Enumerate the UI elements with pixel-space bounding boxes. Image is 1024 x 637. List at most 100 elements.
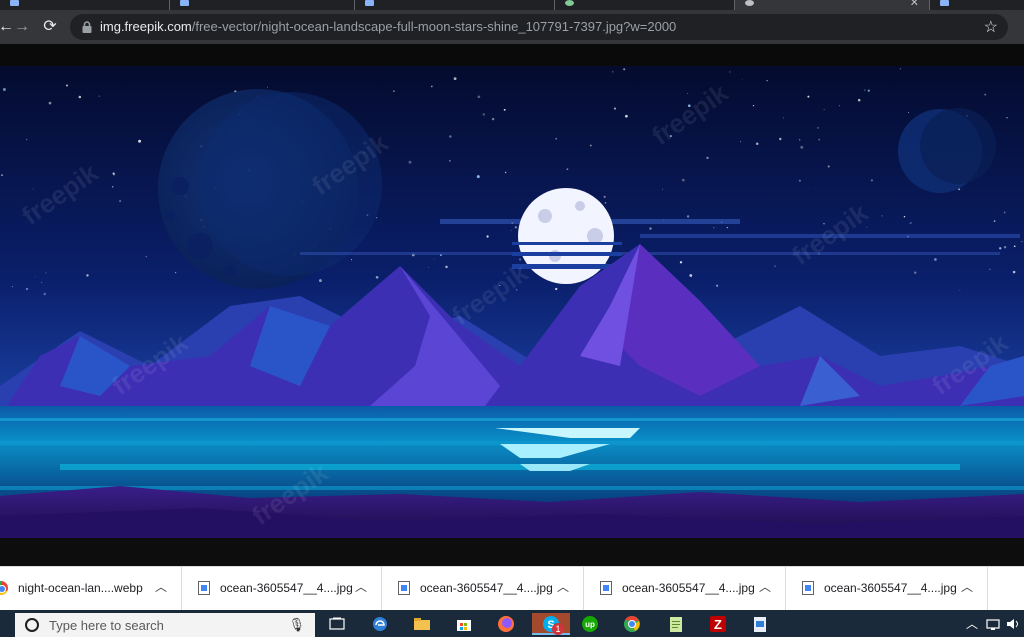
star — [34, 276, 36, 278]
star — [566, 168, 569, 171]
star — [48, 101, 52, 105]
star — [989, 268, 991, 271]
star — [623, 68, 626, 71]
star — [112, 172, 115, 175]
search-placeholder: Type here to search — [49, 618, 164, 633]
star — [555, 287, 558, 291]
image-file-icon — [398, 581, 410, 595]
network-icon[interactable] — [986, 618, 1000, 630]
star — [755, 142, 759, 145]
star — [45, 272, 47, 274]
lock-icon — [82, 21, 92, 33]
firefox-icon[interactable] — [494, 613, 518, 635]
star — [25, 287, 29, 291]
windows-taskbar: Type here to search 🎙 S 1 up Z ︿ — [0, 610, 1024, 637]
photos-icon[interactable] — [748, 613, 772, 635]
star — [827, 165, 830, 168]
reload-icon[interactable]: ⟳ — [38, 15, 62, 39]
edge-icon[interactable] — [368, 613, 392, 635]
task-view-icon[interactable] — [325, 613, 349, 635]
store-icon[interactable] — [452, 613, 476, 635]
star — [503, 108, 506, 111]
chevron-up-icon[interactable]: ︿ — [557, 578, 569, 595]
star — [779, 137, 782, 141]
star — [86, 274, 89, 277]
star — [726, 226, 729, 229]
forward-arrow-icon[interactable]: → — [10, 15, 34, 39]
star — [145, 256, 147, 258]
star — [514, 226, 518, 229]
taskbar-search[interactable]: Type here to search 🎙 — [15, 613, 315, 637]
download-filename: ocean-3605547__4....jpg — [622, 581, 755, 595]
star — [41, 281, 43, 283]
star — [138, 139, 142, 143]
chevron-up-icon[interactable]: ︿ — [355, 578, 367, 595]
star — [914, 271, 917, 274]
star — [818, 138, 821, 141]
skype-icon[interactable]: S 1 — [532, 613, 570, 635]
star — [318, 279, 322, 283]
star — [686, 215, 690, 218]
star — [393, 90, 395, 92]
browser-tab[interactable] — [555, 0, 735, 10]
download-item[interactable]: ocean-3605547__4....jpg ︿ — [786, 567, 988, 611]
tab-favicon-icon — [180, 0, 189, 6]
chevron-up-icon[interactable]: ︿ — [155, 578, 167, 595]
star — [782, 117, 784, 119]
download-item[interactable]: ocean-3605547__4....jpg ︿ — [584, 567, 786, 611]
chevron-up-icon[interactable]: ︿ — [961, 578, 973, 595]
night-ocean-image: freepik freepik freepik freepik freepik … — [0, 66, 1024, 538]
star — [870, 179, 874, 182]
speaker-icon[interactable] — [1006, 618, 1020, 630]
browser-tab-active[interactable]: ✕ — [735, 0, 930, 10]
star — [798, 139, 801, 141]
star — [433, 258, 435, 260]
chevron-up-icon[interactable]: ︿ — [759, 578, 771, 595]
star — [649, 227, 652, 230]
star — [408, 160, 412, 164]
address-bar[interactable]: img.freepik.com/free-vector/night-ocean-… — [70, 14, 1008, 40]
download-item[interactable]: ocean-3605547__4....jpg ︿ — [182, 567, 382, 611]
star — [504, 171, 507, 174]
star — [603, 195, 606, 198]
star — [740, 141, 742, 143]
star — [766, 79, 768, 82]
file-explorer-icon[interactable] — [410, 613, 434, 635]
star — [98, 95, 100, 97]
star — [752, 104, 755, 107]
star — [808, 188, 809, 190]
star — [774, 265, 776, 267]
star — [511, 229, 513, 231]
star — [26, 138, 28, 141]
browser-tab[interactable] — [930, 0, 1024, 10]
cortana-circle-icon — [25, 618, 39, 632]
tab-close-icon[interactable]: ✕ — [910, 0, 919, 9]
browser-tab[interactable] — [170, 0, 355, 10]
download-item[interactable]: ocean-3605547__4....jpg ︿ — [382, 567, 584, 611]
image-file-icon — [600, 581, 612, 595]
chrome-icon[interactable] — [620, 613, 644, 635]
chevron-up-icon[interactable]: ︿ — [966, 615, 978, 632]
notepad-icon[interactable] — [664, 613, 688, 635]
star — [625, 114, 628, 118]
filezilla-icon[interactable]: Z — [706, 613, 730, 635]
upwork-icon[interactable]: up — [578, 613, 602, 635]
tab-favicon-icon — [940, 0, 949, 6]
download-filename: ocean-3605547__4....jpg — [824, 581, 957, 595]
star — [908, 111, 909, 113]
star — [984, 93, 987, 96]
browser-tab[interactable] — [0, 0, 170, 10]
url-host: img.freepik.com — [100, 19, 192, 34]
browser-tab[interactable] — [355, 0, 555, 10]
star — [589, 144, 592, 147]
microphone-icon[interactable]: 🎙 — [288, 617, 305, 633]
star — [681, 178, 685, 182]
star — [486, 235, 489, 238]
bookmark-star-icon[interactable]: ☆ — [984, 17, 998, 37]
system-tray: ︿ — [964, 610, 1024, 637]
download-item[interactable]: night-ocean-lan....webp ︿ — [0, 567, 182, 611]
star — [1012, 270, 1016, 274]
star — [1006, 117, 1008, 119]
star — [350, 259, 353, 261]
star — [491, 117, 495, 121]
